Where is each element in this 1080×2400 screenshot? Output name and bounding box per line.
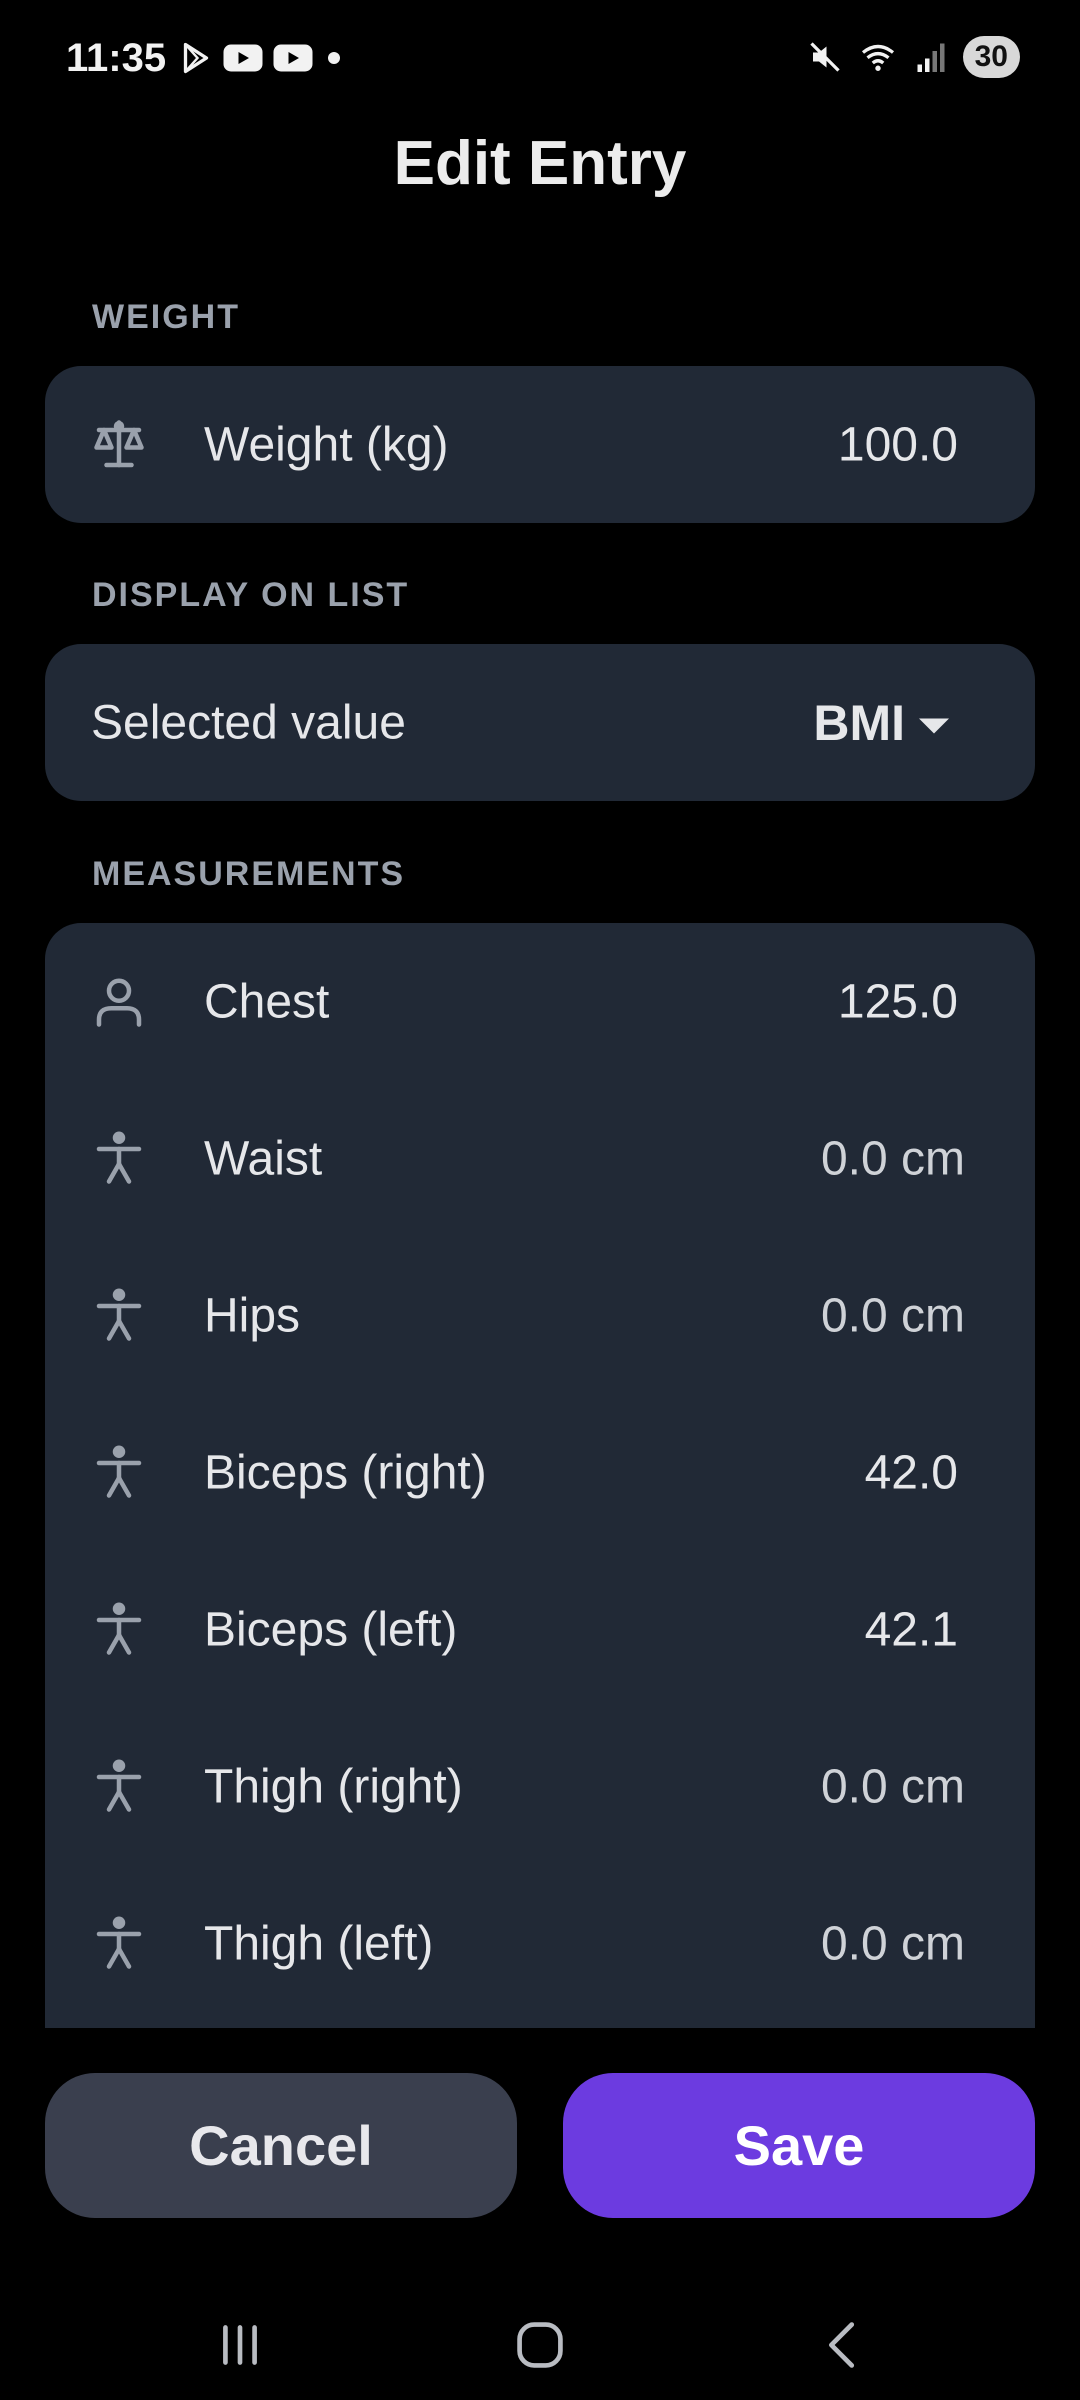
measurement-value[interactable]: 42.1 bbox=[865, 1602, 958, 1657]
body-icon bbox=[96, 1915, 142, 1969]
measurement-row-biceps-right[interactable]: Biceps (right) 42.0 bbox=[45, 1394, 1035, 1551]
status-bar: 11:35 30 bbox=[0, 0, 1080, 120]
weight-value[interactable]: 100.0 bbox=[838, 417, 958, 472]
measurement-label: Thigh (right) bbox=[204, 1760, 463, 1813]
status-time: 11:35 bbox=[66, 36, 167, 80]
play-store-icon bbox=[183, 42, 209, 74]
save-button[interactable]: Save bbox=[563, 2073, 1035, 2218]
dot-icon bbox=[328, 52, 340, 64]
navigation-bar bbox=[0, 2290, 1080, 2400]
body-icon bbox=[96, 1444, 142, 1498]
scale-icon bbox=[94, 419, 144, 467]
weight-label: Weight (kg) bbox=[204, 418, 449, 471]
display-select[interactable]: Selected value BMI bbox=[45, 644, 1035, 801]
display-section-label: DISPLAY ON LIST bbox=[92, 576, 410, 614]
measurement-row-chest[interactable]: Chest 125.0 bbox=[45, 923, 1035, 1080]
measurement-label: Waist bbox=[204, 1132, 323, 1185]
measurement-row-thigh-left[interactable]: Thigh (left) 0.0 cm bbox=[45, 1865, 1035, 2022]
wifi-icon bbox=[861, 44, 894, 71]
measurements-section-label: MEASUREMENTS bbox=[92, 855, 406, 893]
mute-icon bbox=[809, 42, 840, 72]
measurement-label: Thigh (left) bbox=[204, 1917, 434, 1970]
selected-value[interactable]: BMI bbox=[813, 694, 905, 752]
body-icon bbox=[96, 1758, 142, 1812]
measurement-value[interactable]: 42.0 bbox=[865, 1445, 958, 1500]
body-icon bbox=[96, 1601, 142, 1655]
measurement-label: Hips bbox=[204, 1289, 301, 1342]
measurement-value[interactable]: 125.0 bbox=[838, 974, 958, 1029]
weight-card: Weight (kg) 100.0 bbox=[45, 366, 1035, 523]
select-label: Selected value bbox=[91, 696, 406, 749]
weight-section-label: WEIGHT bbox=[92, 298, 240, 336]
status-right: 30 bbox=[807, 36, 1020, 78]
measurement-value[interactable]: 0.0 cm bbox=[821, 1759, 965, 1814]
youtube-icon bbox=[273, 44, 313, 72]
measurement-value[interactable]: 0.0 cm bbox=[821, 1288, 965, 1343]
measurement-value[interactable]: 0.0 cm bbox=[821, 1131, 965, 1186]
recent-apps-icon[interactable] bbox=[205, 2310, 275, 2380]
measurement-row-waist[interactable]: Waist 0.0 cm bbox=[45, 1080, 1035, 1237]
page-title: Edit Entry bbox=[393, 129, 687, 198]
measurement-label: Biceps (left) bbox=[204, 1603, 458, 1656]
notification-icons bbox=[178, 40, 346, 76]
measurement-label: Chest bbox=[204, 975, 330, 1028]
person-icon bbox=[96, 978, 142, 1027]
body-icon bbox=[96, 1130, 142, 1184]
measurement-row-biceps-left[interactable]: Biceps (left) 42.1 bbox=[45, 1551, 1035, 1708]
measurements-card: Chest 125.0 Waist 0.0 cm Hips 0.0 cm Bic… bbox=[45, 923, 1035, 2028]
cancel-button[interactable]: Cancel bbox=[45, 2073, 517, 2218]
back-icon[interactable] bbox=[808, 2310, 878, 2380]
signal-icon bbox=[917, 43, 945, 72]
dropdown-caret-icon[interactable] bbox=[919, 718, 949, 733]
measurement-row-hips[interactable]: Hips 0.0 cm bbox=[45, 1237, 1035, 1394]
body-icon bbox=[96, 1287, 142, 1341]
battery-indicator: 30 bbox=[962, 36, 1020, 78]
measurement-value[interactable]: 0.0 cm bbox=[821, 1916, 965, 1971]
weight-field[interactable]: Weight (kg) 100.0 bbox=[45, 366, 1035, 523]
measurement-label: Biceps (right) bbox=[204, 1446, 487, 1499]
measurement-row-thigh-right[interactable]: Thigh (right) 0.0 cm bbox=[45, 1708, 1035, 1865]
home-icon[interactable] bbox=[505, 2310, 575, 2380]
youtube-icon bbox=[223, 44, 263, 72]
